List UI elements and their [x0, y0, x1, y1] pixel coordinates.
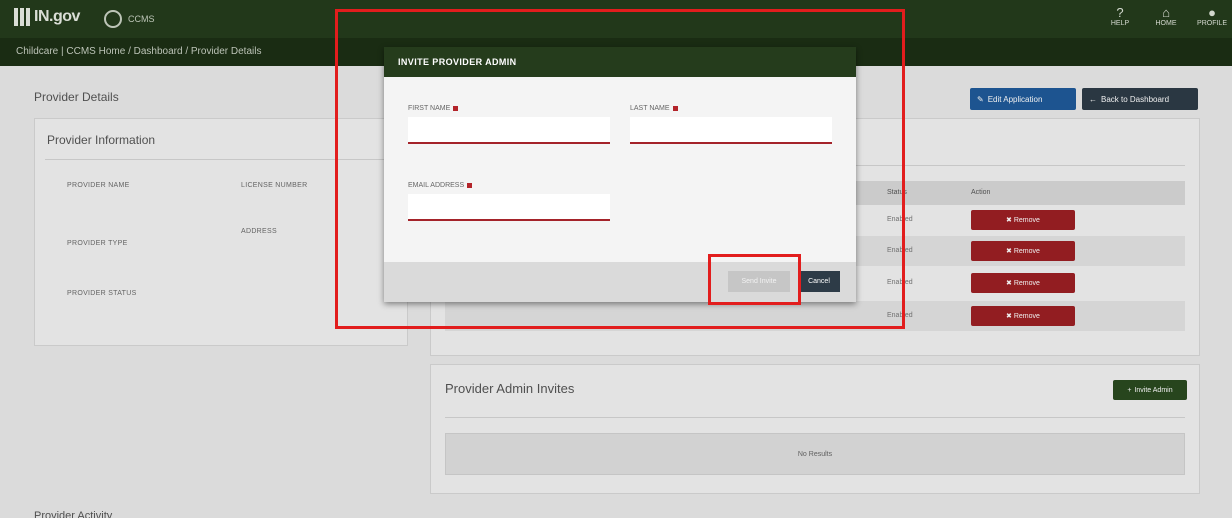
first-name-label: FIRST NAME — [408, 105, 459, 112]
first-name-field[interactable] — [408, 117, 610, 144]
first-name-label-text: FIRST NAME — [408, 105, 451, 112]
required-icon — [467, 183, 473, 188]
last-name-label: LAST NAME — [630, 105, 678, 112]
email-address-field[interactable] — [408, 194, 610, 221]
required-icon — [453, 106, 459, 111]
modal-header: INVITE PROVIDER ADMIN — [384, 47, 856, 77]
send-invite-button[interactable]: Send Invite — [728, 271, 790, 292]
invite-provider-admin-modal: INVITE PROVIDER ADMIN FIRST NAME LAST NA… — [384, 47, 856, 302]
last-name-field[interactable] — [630, 117, 832, 144]
required-icon — [672, 106, 678, 111]
cancel-button[interactable]: Cancel — [798, 271, 840, 292]
modal-footer: Send Invite Cancel — [384, 262, 856, 302]
email-address-label: EMAIL ADDRESS — [408, 182, 473, 189]
modal-title: INVITE PROVIDER ADMIN — [398, 57, 517, 67]
last-name-label-text: LAST NAME — [630, 105, 670, 112]
email-address-label-text: EMAIL ADDRESS — [408, 182, 465, 189]
